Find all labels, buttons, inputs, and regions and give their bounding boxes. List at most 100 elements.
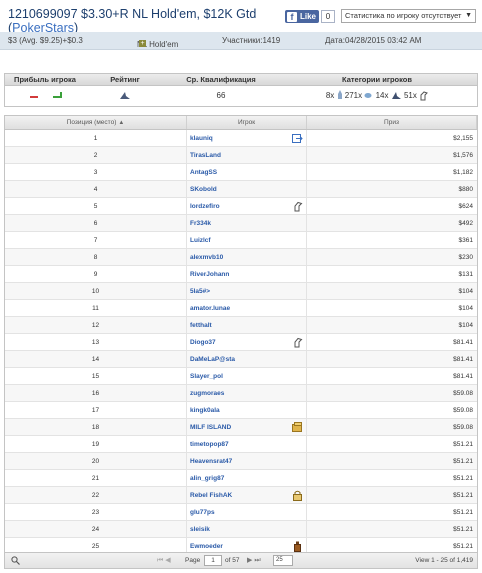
player-link[interactable]: AntagSS: [190, 169, 217, 176]
row-prize: $51.21: [453, 441, 473, 448]
row-prize: $51.21: [453, 509, 473, 516]
player-link[interactable]: timetopop87: [190, 441, 229, 448]
player-link[interactable]: Heavensrat47: [190, 458, 232, 465]
horse-icon[interactable]: [292, 201, 303, 212]
player-link[interactable]: Diogo37: [190, 339, 216, 346]
row-player-cell: 5la5#>: [187, 283, 307, 299]
player-link[interactable]: lordzefiro: [190, 203, 220, 210]
participants-count: Участники:1419: [222, 36, 281, 45]
export-icon[interactable]: [292, 133, 303, 144]
row-prize: $2,155: [453, 135, 473, 142]
player-link[interactable]: DaMeLaP@sta: [190, 356, 235, 363]
row-prize: $81.41: [453, 356, 473, 363]
player-link[interactable]: Rebel FishAK: [190, 492, 232, 499]
category-count-shark: 14x: [375, 91, 389, 100]
table-row: 8 alexmvb10 $230: [5, 249, 477, 266]
column-header-position-label: Позиция (место): [66, 119, 117, 126]
trend-down-icon: [30, 96, 38, 98]
row-player-cell: AntagSS: [187, 164, 307, 180]
row-player-cell: MILF ISLAND: [187, 419, 307, 435]
column-header-prize[interactable]: Приз: [307, 116, 477, 129]
player-link[interactable]: SKobold: [190, 186, 217, 193]
player-link[interactable]: klauniq: [190, 135, 213, 142]
row-position: 11: [5, 300, 187, 316]
shark-icon: [391, 92, 401, 100]
rating-cell: [85, 86, 165, 106]
player-link[interactable]: 5la5#>: [190, 288, 210, 295]
summary-header-categories: Категории игроков: [342, 75, 412, 84]
row-position: 14: [5, 351, 187, 367]
row-prize: $59.08: [453, 407, 473, 414]
player-stats-select-value: Статистика по игроку отсутствует: [345, 11, 462, 20]
table-row: 12 fetthalt $104: [5, 317, 477, 334]
row-player-cell: timetopop87: [187, 436, 307, 452]
row-position: 6: [5, 215, 187, 231]
player-link[interactable]: amator.lunae: [190, 305, 230, 312]
player-link[interactable]: sleisik: [190, 526, 210, 533]
column-header-player[interactable]: Игрок: [187, 116, 307, 129]
results-table: Позиция (место) ▲ Игрок Приз 1 klauniq $2,1…: [4, 115, 478, 569]
facebook-like-button[interactable]: f Like: [285, 10, 319, 23]
money-icon[interactable]: [292, 422, 303, 433]
table-row: 18 MILF ISLAND $59.08: [5, 419, 477, 436]
player-link[interactable]: alin_grig87: [190, 475, 224, 482]
player-link[interactable]: Fr334k: [190, 220, 211, 227]
horse-icon[interactable]: [292, 337, 303, 348]
row-player-cell: glu77ps: [187, 504, 307, 520]
row-prize: $880: [458, 186, 473, 193]
table-row: 10 5la5#> $104: [5, 283, 477, 300]
expand-plus-icon[interactable]: +: [139, 40, 146, 47]
row-prize: $1,182: [453, 169, 473, 176]
player-link[interactable]: RiverJohann: [190, 271, 229, 278]
player-link[interactable]: TirasLand: [190, 152, 221, 159]
row-player-cell: Heavensrat47: [187, 453, 307, 469]
avg-qualification: 66: [216, 91, 226, 100]
column-header-position[interactable]: Позиция (место) ▲: [5, 116, 187, 129]
row-prize: $81.41: [453, 373, 473, 380]
row-position: 9: [5, 266, 187, 282]
player-stats-select[interactable]: Статистика по игроку отсутствует ▼: [341, 9, 476, 23]
row-position: 18: [5, 419, 187, 435]
pager-next-last-icon[interactable]: ▶ ⏭: [247, 556, 261, 565]
row-prize: $624: [458, 203, 473, 210]
table-row: 24 sleisik $51.21: [5, 521, 477, 538]
row-player-cell: klauniq: [187, 130, 307, 146]
row-position: 1: [5, 130, 187, 146]
pager-first-prev-icon[interactable]: ⏮ ◀: [157, 556, 171, 565]
table-row: 4 SKobold $880: [5, 181, 477, 198]
row-position: 17: [5, 402, 187, 418]
facebook-icon: f: [287, 11, 297, 22]
profit-trend: [5, 86, 85, 106]
row-prize: $230: [458, 254, 473, 261]
player-link[interactable]: glu77ps: [190, 509, 215, 516]
category-count-fish: 271x: [344, 91, 363, 100]
row-prize: $59.08: [453, 424, 473, 431]
row-prize: $104: [458, 322, 473, 329]
summary-header: Прибыль игрока Рейтинг Ср. Квалификация …: [5, 74, 477, 86]
player-link[interactable]: Slayer_pol: [190, 373, 223, 380]
table-row: 16 zugmoraes $59.08: [5, 385, 477, 402]
player-link[interactable]: MILF ISLAND: [190, 424, 231, 431]
sort-asc-icon: ▲: [118, 120, 125, 126]
player-link[interactable]: Luizlcf: [190, 237, 211, 244]
row-position: 4: [5, 181, 187, 197]
player-link[interactable]: alexmvb10: [190, 254, 223, 261]
player-link[interactable]: kingk0ala: [190, 407, 220, 414]
search-icon[interactable]: [11, 556, 20, 565]
player-link[interactable]: Ewmoeder: [190, 543, 223, 550]
buyin-info: $3 (Avg. $9.25)+$0.3: [8, 36, 83, 45]
row-player-cell: zugmoraes: [187, 385, 307, 401]
pager-page-input[interactable]: 1: [204, 555, 222, 566]
lock-icon[interactable]: [292, 490, 303, 501]
player-link[interactable]: zugmoraes: [190, 390, 224, 397]
table-row: 9 RiverJohann $131: [5, 266, 477, 283]
bottle-icon[interactable]: [292, 541, 303, 552]
row-player-cell: sleisik: [187, 521, 307, 537]
rocket-icon: [337, 90, 342, 100]
pager-size-select[interactable]: 25: [273, 555, 293, 566]
row-position: 20: [5, 453, 187, 469]
row-player-cell: amator.lunae: [187, 300, 307, 316]
row-player-cell: RiverJohann: [187, 266, 307, 282]
player-link[interactable]: fetthalt: [190, 322, 212, 329]
row-player-cell: fetthalt: [187, 317, 307, 333]
